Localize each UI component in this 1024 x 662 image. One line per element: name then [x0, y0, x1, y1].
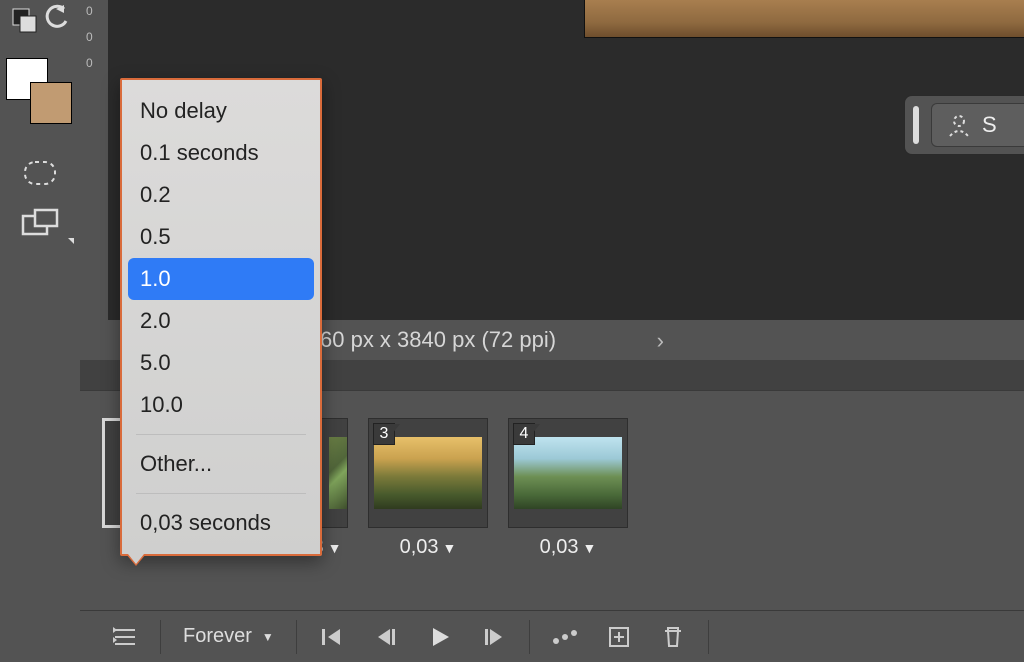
ruler-tick: 0 [86, 30, 93, 44]
menu-pointer [128, 554, 144, 564]
divider [160, 620, 161, 654]
frame-number-badge: 4 [513, 423, 535, 445]
select-subject-button[interactable]: S [931, 103, 1024, 147]
menu-item-10-0s[interactable]: 10.0 [122, 384, 320, 426]
person-dashed-icon [946, 112, 972, 138]
frame-delay-menu: No delay 0.1 seconds 0.2 0.5 1.0 2.0 5.0… [120, 78, 322, 556]
right-panel-handle[interactable]: S [904, 95, 1024, 155]
frame-delay-value: 0,03 [540, 536, 579, 559]
menu-divider [136, 434, 306, 435]
drag-handle-icon[interactable] [913, 106, 919, 144]
play-button[interactable] [417, 619, 463, 655]
frame-delay-value: 0,03 [400, 536, 439, 559]
overlap-squares-icon[interactable] [10, 6, 38, 34]
divider [296, 620, 297, 654]
menu-item-current[interactable]: 0,03 seconds [122, 502, 320, 544]
frame[interactable]: 3 0,03▼ [368, 418, 488, 559]
frame[interactable]: 4 0,03▼ [508, 418, 628, 559]
menu-item-no-delay[interactable]: No delay [122, 90, 320, 132]
tool-column [0, 0, 80, 662]
menu-item-0-2s[interactable]: 0.2 [122, 174, 320, 216]
new-frame-button[interactable] [596, 619, 642, 655]
menu-item-1-0s[interactable]: 1.0 [128, 258, 314, 300]
frame-delay-button[interactable]: 0,03▼ [508, 536, 628, 559]
screens-tool-icon[interactable] [0, 200, 80, 246]
frame-number-badge: 3 [373, 423, 395, 445]
menu-item-2-0s[interactable]: 2.0 [122, 300, 320, 342]
chevron-down-icon: ▼ [262, 630, 274, 644]
menu-item-5-0s[interactable]: 5.0 [122, 342, 320, 384]
divider [708, 620, 709, 654]
tween-button[interactable] [542, 619, 588, 655]
loop-select[interactable]: Forever ▼ [173, 625, 284, 648]
menu-item-other[interactable]: Other... [122, 443, 320, 485]
divider [529, 620, 530, 654]
menu-item-0-5s[interactable]: 0.5 [122, 216, 320, 258]
frame-thumbnail [514, 437, 622, 509]
frame-thumbnail [374, 437, 482, 509]
ruler-tick: 0 [86, 4, 93, 18]
timeline-menu-icon[interactable] [102, 619, 148, 655]
ruler-tick: 0 [86, 56, 93, 70]
chevron-down-icon: ▼ [583, 540, 597, 556]
canvas-image-preview [584, 0, 1024, 38]
prev-frame-button[interactable] [363, 619, 409, 655]
background-color-swatch[interactable] [30, 82, 72, 124]
next-frame-button[interactable] [471, 619, 517, 655]
playback-bar: Forever ▼ [80, 610, 1024, 662]
delete-frame-button[interactable] [650, 619, 696, 655]
frame-delay-button[interactable]: 0,03▼ [368, 536, 488, 559]
undo-arrow-icon[interactable] [42, 3, 72, 33]
chevron-down-icon: ▼ [328, 540, 342, 556]
select-subject-label: S [982, 112, 997, 138]
menu-item-0-1s[interactable]: 0.1 seconds [122, 132, 320, 174]
submenu-indicator-icon [68, 238, 74, 244]
menu-divider [136, 493, 306, 494]
vertical-ruler: 0 0 0 [80, 0, 108, 320]
marquee-tool-icon[interactable] [0, 150, 80, 196]
loop-label: Forever [183, 625, 252, 648]
chevron-right-icon[interactable]: › [657, 328, 664, 354]
first-frame-button[interactable] [309, 619, 355, 655]
chevron-down-icon: ▼ [443, 540, 457, 556]
